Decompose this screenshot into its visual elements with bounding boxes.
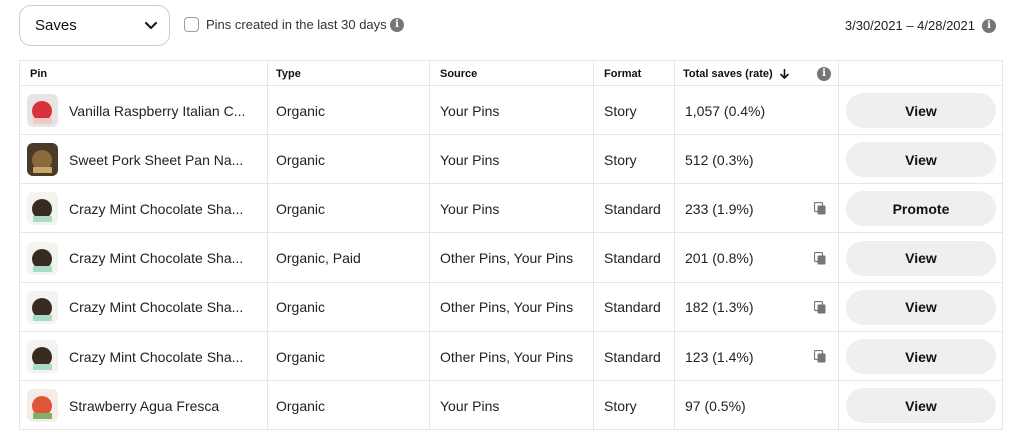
- pin-type: Organic, Paid: [276, 250, 361, 267]
- pin-total-saves: 201 (0.8%): [685, 250, 754, 267]
- total-saves-info-icon[interactable]: i: [817, 67, 831, 81]
- pin-title[interactable]: Crazy Mint Chocolate Sha...: [69, 184, 259, 233]
- pin-total-saves: 123 (1.4%): [685, 348, 754, 365]
- duplicate-pin-icon[interactable]: [813, 349, 826, 363]
- table-row[interactable]: Strawberry Agua Fresca Organic Your Pins St…: [20, 381, 1002, 430]
- pin-type: Organic: [276, 348, 326, 365]
- pin-format: Story: [604, 397, 637, 414]
- pin-type: Organic: [276, 397, 326, 414]
- metric-select[interactable]: Saves: [19, 5, 170, 46]
- header-total-saves-label: Total saves (rate): [683, 67, 773, 80]
- view-button[interactable]: View: [846, 289, 996, 325]
- pin-total-saves: 233 (1.9%): [685, 200, 754, 217]
- sort-arrow-down-icon: [779, 68, 789, 79]
- header-type[interactable]: Type: [276, 61, 301, 86]
- header-pin[interactable]: Pin: [30, 61, 47, 86]
- metric-select-value: Saves: [35, 17, 77, 34]
- pin-source: Other Pins, Your Pins: [440, 299, 574, 316]
- table-row[interactable]: Crazy Mint Chocolate Sha... Organic Your P…: [20, 184, 1002, 234]
- date-info-icon[interactable]: i: [982, 19, 996, 33]
- pin-thumbnail[interactable]: [27, 94, 58, 127]
- pin-thumbnail[interactable]: [27, 241, 58, 275]
- pin-source: Other Pins, Your Pins: [440, 348, 574, 365]
- header-total-saves[interactable]: Total saves (rate): [683, 61, 789, 86]
- pin-source: Your Pins: [440, 102, 500, 119]
- view-button[interactable]: View: [846, 240, 996, 276]
- pin-thumbnail[interactable]: [27, 290, 58, 324]
- recent-pins-checkbox[interactable]: [184, 17, 199, 32]
- table-row[interactable]: Vanilla Raspberry Italian C... Organic You…: [20, 86, 1002, 135]
- pin-source: Your Pins: [440, 397, 500, 414]
- view-button[interactable]: View: [846, 339, 996, 374]
- pin-total-saves: 97 (0.5%): [685, 397, 746, 414]
- pin-thumbnail[interactable]: [27, 192, 58, 226]
- pin-format: Standard: [604, 250, 661, 267]
- pin-source: Other Pins, Your Pins: [440, 250, 574, 267]
- duplicate-pin-icon[interactable]: [813, 202, 826, 215]
- filter-bar: Saves Pins created in the last 30 days i…: [0, 0, 1024, 52]
- pin-format: Standard: [604, 299, 661, 316]
- recent-pins-filter[interactable]: Pins created in the last 30 days: [184, 17, 387, 32]
- duplicate-pin-icon[interactable]: [813, 300, 826, 314]
- pins-table: Pin Type Source Format Total saves (rate…: [19, 60, 1003, 430]
- pin-type: Organic: [276, 200, 326, 217]
- pin-title[interactable]: Sweet Pork Sheet Pan Na...: [69, 135, 259, 184]
- table-row[interactable]: Crazy Mint Chocolate Sha... Organic Other …: [20, 332, 1002, 381]
- pin-thumbnail[interactable]: [27, 340, 58, 373]
- pin-total-saves: 1,057 (0.4%): [685, 102, 766, 119]
- header-format[interactable]: Format: [604, 61, 641, 86]
- recent-pins-filter-label: Pins created in the last 30 days: [206, 17, 387, 32]
- info-icon[interactable]: i: [390, 18, 404, 32]
- pin-thumbnail[interactable]: [27, 389, 58, 423]
- pin-format: Standard: [604, 200, 661, 217]
- pin-type: Organic: [276, 151, 326, 168]
- pin-source: Your Pins: [440, 200, 500, 217]
- promote-button[interactable]: Promote: [846, 191, 996, 227]
- pin-title[interactable]: Crazy Mint Chocolate Sha...: [69, 283, 259, 332]
- duplicate-pin-icon[interactable]: [813, 251, 826, 265]
- view-button[interactable]: View: [846, 93, 996, 128]
- pin-source: Your Pins: [440, 151, 500, 168]
- chevron-down-icon: [143, 18, 159, 34]
- pin-format: Story: [604, 151, 637, 168]
- date-range[interactable]: 3/30/2021 – 4/28/2021: [845, 18, 975, 33]
- pin-format: Standard: [604, 348, 661, 365]
- table-row[interactable]: Crazy Mint Chocolate Sha... Organic Other …: [20, 283, 1002, 332]
- header-source[interactable]: Source: [440, 61, 477, 86]
- pin-title[interactable]: Crazy Mint Chocolate Sha...: [69, 332, 259, 381]
- pin-format: Story: [604, 102, 637, 119]
- pin-title[interactable]: Crazy Mint Chocolate Sha...: [69, 234, 259, 283]
- view-button[interactable]: View: [846, 142, 996, 178]
- table-header: Pin Type Source Format Total saves (rate…: [20, 61, 1002, 86]
- table-row[interactable]: Crazy Mint Chocolate Sha... Organic, Paid…: [20, 234, 1002, 283]
- pin-total-saves: 512 (0.3%): [685, 151, 754, 168]
- pin-title[interactable]: Strawberry Agua Fresca: [69, 381, 259, 430]
- view-button[interactable]: View: [846, 388, 996, 424]
- pin-thumbnail[interactable]: [27, 143, 58, 177]
- table-row[interactable]: Sweet Pork Sheet Pan Na... Organic Your Pi…: [20, 135, 1002, 185]
- pin-type: Organic: [276, 102, 326, 119]
- pin-title[interactable]: Vanilla Raspberry Italian C...: [69, 86, 259, 135]
- pin-type: Organic: [276, 299, 326, 316]
- pin-total-saves: 182 (1.3%): [685, 299, 754, 316]
